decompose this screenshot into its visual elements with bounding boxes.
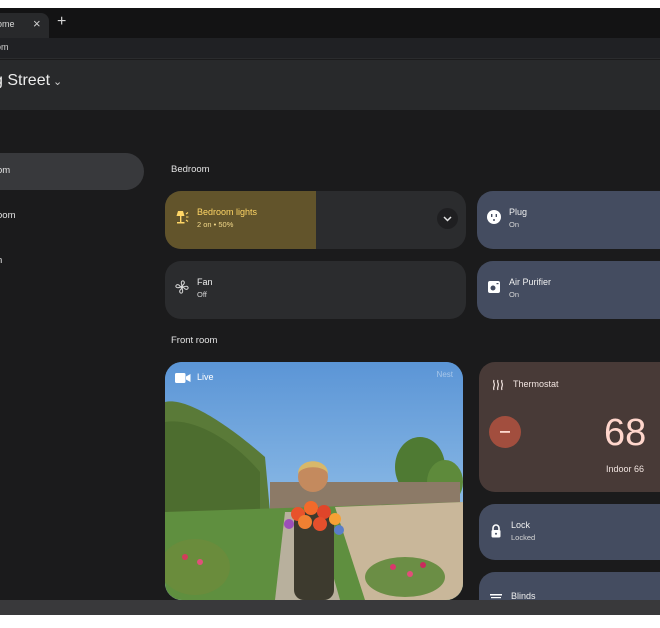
bottom-bar [0,600,660,615]
lamp-icon [176,211,189,224]
lock-icon [491,524,501,538]
thermostat-tile[interactable]: Thermostat 68 Indoor 66 [479,362,660,492]
decrease-temperature-button[interactable] [489,416,521,448]
sidebar-item-1[interactable]: om [0,153,144,190]
air-purifier-icon [488,281,500,293]
sidebar-item-2[interactable]: oom [0,198,144,235]
live-label: Live [197,372,214,382]
browser-window: ome × + om g Street ⌄ om oom n Bedroom B… [0,8,660,615]
fan-tile[interactable]: Fan Off [165,261,466,319]
app-header: g Street ⌄ [0,60,660,110]
url-text: om [0,42,9,52]
tile-state: On [509,290,520,299]
tile-name: Bedroom lights [197,207,258,217]
address-bar[interactable]: om [0,38,660,59]
minus-icon [500,431,510,433]
section-title-bedroom: Bedroom [171,164,210,175]
tile-state: Locked [511,533,536,542]
thermostat-setpoint: 68 [604,412,647,454]
chevron-down-icon [443,216,452,222]
tile-name: Fan [197,277,213,287]
tile-name: Plug [509,207,528,217]
new-tab-icon[interactable]: + [57,14,66,30]
video-camera-icon [175,373,191,383]
home-selector[interactable]: g Street [0,72,50,90]
tile-state: Off [197,290,207,299]
sidebar-item-label: n [0,255,2,266]
lock-tile[interactable]: Lock Locked [479,504,660,560]
close-tab-icon[interactable]: × [33,16,41,31]
tab-strip: ome × + [0,8,660,38]
bedroom-lights-tile[interactable]: Bedroom lights 2 on • 50% [165,191,466,249]
expand-button[interactable] [437,208,458,229]
sidebar-item-3[interactable]: n [0,243,144,280]
sidebar-item-label: oom [0,210,16,221]
nest-watermark: Nest [436,370,453,379]
indoor-temperature: Indoor 66 [606,464,645,474]
tab-title: ome [0,19,15,29]
section-title-front-room: Front room [171,335,218,346]
tile-state: On [509,220,520,229]
tile-state: 2 on • 50% [197,220,234,229]
heat-icon [492,379,504,391]
chevron-down-icon[interactable]: ⌄ [53,75,62,88]
fan-icon [175,280,189,294]
tile-name: Lock [511,520,531,530]
plug-tile[interactable]: Plug On [477,191,660,249]
outlet-icon [487,210,501,224]
camera-feed-image [165,362,463,600]
browser-tab[interactable]: ome × [0,13,49,38]
tile-name: Air Purifier [509,277,552,287]
thermostat-name: Thermostat [513,379,559,389]
camera-feed-tile[interactable]: Live Nest [165,362,463,600]
sidebar-item-label: om [0,165,11,176]
air-purifier-tile[interactable]: Air Purifier On [477,261,660,319]
